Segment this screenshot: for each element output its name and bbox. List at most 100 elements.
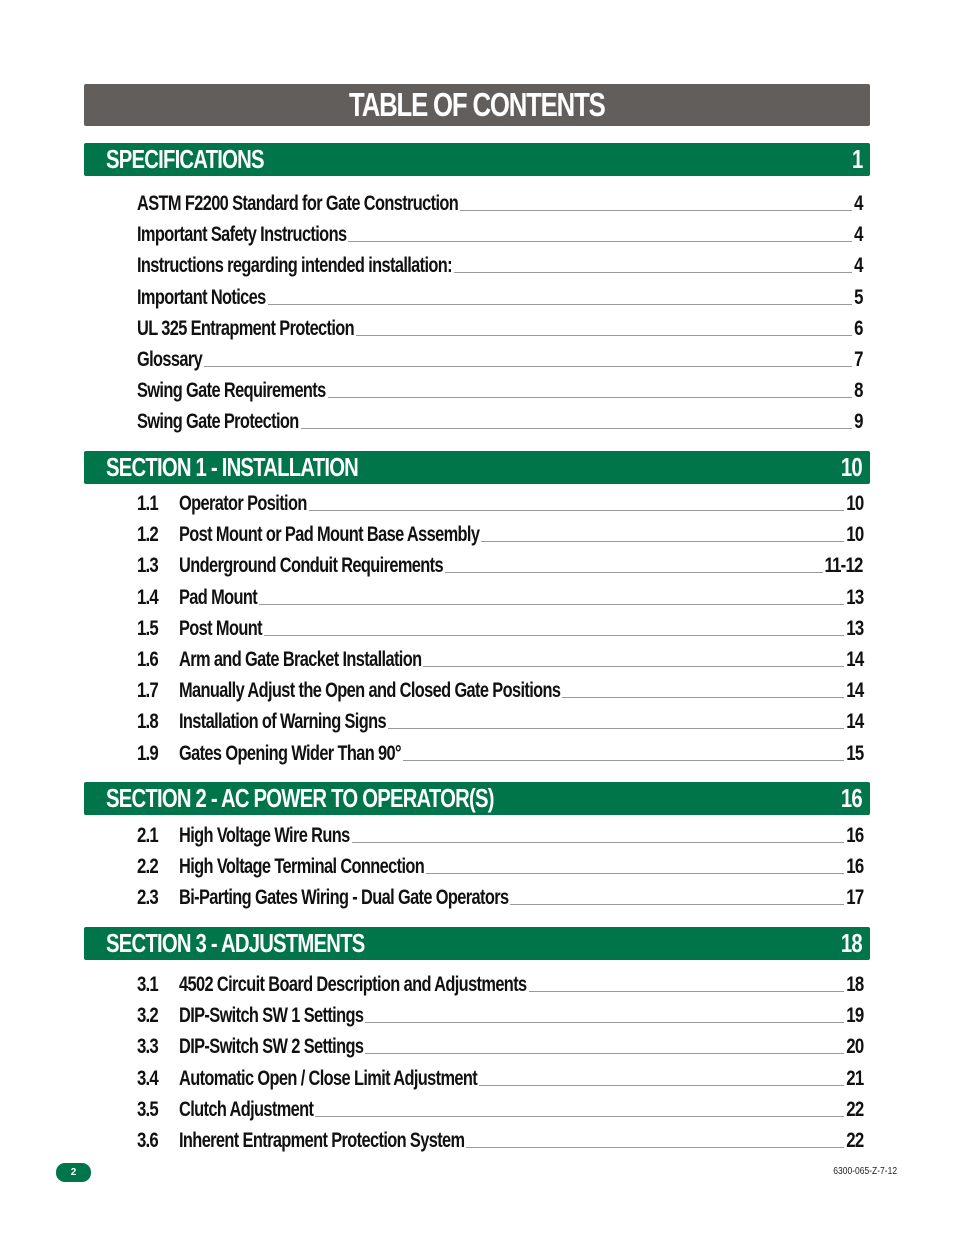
page-number-badge: 2	[56, 1163, 91, 1182]
entry-page-number: 14	[845, 648, 864, 671]
toc-entry[interactable]: UL 325 Entrapment Protection 6	[137, 313, 864, 341]
entry-page-number: 10	[845, 492, 864, 515]
leader-line	[528, 990, 844, 992]
entry-title: High Voltage Wire Runs	[179, 824, 350, 847]
leader-line	[365, 1052, 844, 1055]
toc-entry[interactable]: 1.7 Manually Adjust the Open and Closed G…	[137, 675, 864, 703]
toc-entry[interactable]: 3.1 4502 Circuit Board Description and Ad…	[137, 969, 864, 997]
toc-entry[interactable]: 1.8 Installation of Warning Signs 14	[137, 706, 864, 734]
section-header[interactable]: SPECIFICATIONS 1	[84, 143, 870, 176]
entry-title: UL 325 Entrapment Protection	[137, 316, 355, 340]
section-page-number: 1	[851, 144, 862, 174]
entry-page-number: 16	[845, 855, 864, 879]
entry-page-number: 22	[845, 1097, 864, 1121]
entry-number: 1.3	[137, 554, 159, 578]
leader-line	[387, 727, 844, 730]
entry-page-number: 19	[845, 1004, 864, 1028]
leader-line	[365, 1021, 844, 1024]
toc-entry[interactable]: 3.4 Automatic Open / Close Limit Adjustme…	[137, 1063, 864, 1091]
entry-page-number: 4	[854, 223, 863, 247]
leader-line	[308, 509, 844, 511]
entry-number: 1.7	[137, 679, 159, 703]
entry-number: 2.2	[137, 855, 159, 879]
entry-page-number: 5	[854, 285, 863, 309]
entry-page-number: 4	[854, 254, 863, 278]
entry-page-number: 13	[845, 616, 864, 640]
entry-number: 1.2	[137, 523, 159, 547]
toc-entry[interactable]: 3.6 Inherent Entrapment Protection System…	[137, 1125, 864, 1153]
leader-line	[510, 903, 844, 906]
section-header[interactable]: SECTION 2 - AC POWER TO OPERATOR(S) 16	[84, 782, 870, 815]
entry-title: DIP-Switch SW 2 Settings	[179, 1035, 364, 1059]
leader-line	[267, 303, 853, 305]
leader-line	[466, 1146, 844, 1148]
entry-number: 1.5	[137, 616, 159, 640]
entry-page-number: 9	[854, 410, 863, 434]
entry-title: ASTM F2200 Standard for Gate Constructio…	[137, 192, 459, 215]
toc-entry[interactable]: 3.3 DIP-Switch SW 2 Settings 20	[137, 1031, 864, 1059]
entry-title: Installation of Warning Signs	[179, 710, 387, 734]
entry-number: 1.4	[137, 585, 159, 609]
leader-line	[315, 1115, 844, 1117]
entry-title: Bi-Parting Gates Wiring - Dual Gate Oper…	[179, 886, 509, 910]
leader-line	[327, 396, 853, 399]
section-page-number: 16	[841, 783, 863, 813]
entry-number: 1.9	[137, 741, 159, 765]
entry-number: 1.1	[137, 492, 159, 515]
toc-entry[interactable]: 2.3 Bi-Parting Gates Wiring - Dual Gate O…	[137, 882, 864, 910]
toc-entry[interactable]: 1.5 Post Mount 13	[137, 613, 864, 641]
section-header[interactable]: SECTION 3 - ADJUSTMENTS 18	[84, 927, 870, 960]
entry-number: 2.3	[137, 886, 159, 910]
section-page-number: 18	[841, 928, 863, 958]
toc-entry[interactable]: 1.3 Underground Conduit Requirements 11-12	[137, 550, 864, 578]
entry-number: 3.2	[137, 1004, 159, 1028]
entry-title: Pad Mount	[179, 585, 258, 609]
entry-page-number: 20	[845, 1035, 864, 1059]
toc-entry[interactable]: Important Safety Instructions 4	[137, 219, 864, 247]
entry-page-number: 13	[845, 585, 864, 609]
entry-page-number: 14	[845, 710, 864, 734]
toc-entry[interactable]: 2.1 High Voltage Wire Runs 16	[137, 820, 864, 848]
toc-entry[interactable]: 3.2 DIP-Switch SW 1 Settings 19	[137, 1000, 864, 1028]
toc-entry[interactable]: 2.2 High Voltage Terminal Connection 16	[137, 851, 864, 879]
entry-title: Inherent Entrapment Protection System	[179, 1129, 465, 1152]
leader-line	[204, 365, 853, 367]
toc-entry[interactable]: 1.4 Pad Mount 13	[137, 582, 864, 610]
section-title: SECTION 2 - AC POWER TO OPERATOR(S)	[106, 783, 495, 813]
leader-line	[454, 271, 853, 274]
entry-title: Operator Position	[179, 492, 307, 515]
entry-number: 3.5	[137, 1097, 159, 1121]
entry-page-number: 11-12	[824, 554, 864, 578]
leader-line	[351, 841, 844, 843]
toc-entry[interactable]: Swing Gate Protection 9	[137, 406, 864, 434]
toc-entry[interactable]: Glossary 7	[137, 344, 864, 372]
section-header[interactable]: SECTION 1 - INSTALLATION 10	[84, 451, 870, 484]
entry-number: 2.1	[137, 824, 159, 847]
toc-entry[interactable]: Important Notices 5	[137, 282, 864, 310]
entry-number: 1.6	[137, 648, 159, 671]
toc-entry[interactable]: Instructions regarding intended installa…	[137, 250, 864, 278]
entry-number: 3.3	[137, 1035, 159, 1059]
toc-entry[interactable]: 1.1 Operator Position 10	[137, 488, 864, 516]
entry-page-number: 17	[845, 886, 864, 910]
toc-entry[interactable]: 1.2 Post Mount or Pad Mount Base Assembly…	[137, 519, 864, 547]
leader-line	[460, 209, 853, 211]
entry-page-number: 8	[854, 379, 863, 403]
leader-line	[263, 634, 844, 636]
entry-page-number: 10	[845, 523, 864, 547]
page-title: TABLE OF CONTENTS	[349, 86, 606, 123]
toc-entry[interactable]: Swing Gate Requirements 8	[137, 375, 864, 403]
entry-page-number: 15	[845, 741, 864, 765]
entry-page-number: 14	[845, 679, 864, 703]
entry-title: Important Notices	[137, 285, 266, 309]
entry-page-number: 21	[845, 1066, 864, 1090]
toc-entry[interactable]: ASTM F2200 Standard for Gate Constructio…	[137, 188, 864, 216]
entry-title: Gates Opening Wider Than 90°	[179, 741, 402, 765]
toc-entry[interactable]: 3.5 Clutch Adjustment 22	[137, 1094, 864, 1122]
entry-title: Post Mount or Pad Mount Base Assembly	[179, 523, 480, 547]
entry-page-number: 4	[854, 192, 863, 215]
entry-number: 1.8	[137, 710, 159, 734]
section-page-number: 10	[841, 452, 863, 482]
toc-entry[interactable]: 1.6 Arm and Gate Bracket Installation 14	[137, 644, 864, 672]
toc-entry[interactable]: 1.9 Gates Opening Wider Than 90° 15	[137, 738, 864, 766]
